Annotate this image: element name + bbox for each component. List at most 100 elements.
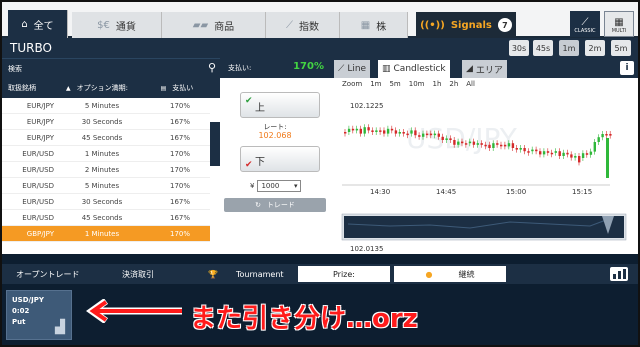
candle bbox=[422, 133, 425, 137]
candle bbox=[406, 133, 409, 136]
candle bbox=[609, 134, 612, 136]
view-classic-button[interactable]: ⟋ CLASSIC bbox=[570, 11, 600, 37]
header-expiry[interactable]: オプション満期: bbox=[77, 83, 157, 93]
asset-expiry: 5 Minutes bbox=[84, 101, 120, 110]
tab-commodity-label: 商品 bbox=[214, 21, 235, 33]
asset-name: GBP/JPY bbox=[26, 229, 54, 238]
asset-row[interactable]: EUR/USD 30 Seconds 167% bbox=[2, 194, 210, 210]
tab-index[interactable]: ⟋ 指数 bbox=[266, 12, 340, 38]
candle bbox=[578, 156, 581, 163]
tab-area[interactable]: ◢ エリア bbox=[462, 60, 507, 78]
view-multi-button[interactable]: ▦ MULTI bbox=[604, 11, 634, 37]
expiry-30s-button[interactable]: 30s bbox=[509, 40, 529, 56]
candle bbox=[484, 144, 487, 147]
candle bbox=[379, 130, 382, 132]
info-icon[interactable]: i bbox=[620, 61, 634, 75]
chart-tabs: ⟋ Line ▥ Candlestick ◢ エリア i bbox=[330, 58, 638, 78]
trophy-icon: 🏆 bbox=[208, 269, 218, 279]
candle bbox=[359, 128, 362, 134]
search-label: 検索 bbox=[8, 65, 22, 73]
zoom-10m[interactable]: 10m bbox=[409, 80, 425, 88]
candle bbox=[570, 154, 573, 158]
candle bbox=[562, 152, 565, 156]
candle bbox=[488, 144, 491, 148]
zoom-1h[interactable]: 1h bbox=[432, 80, 441, 88]
asset-name: EUR/USD bbox=[22, 197, 54, 206]
candle bbox=[445, 138, 448, 140]
tab-closed-trades[interactable]: 決済取引 bbox=[122, 264, 154, 284]
asset-row[interactable]: EUR/USD 45 Seconds 167% bbox=[2, 210, 210, 226]
trade-button[interactable]: ↻ トレード bbox=[224, 198, 326, 212]
asset-payout: 170% bbox=[169, 165, 190, 174]
candle bbox=[593, 142, 596, 152]
header-asset[interactable]: 取扱銘柄 bbox=[8, 83, 68, 93]
open-position-card[interactable]: USD/JPY 0:02 Put ▟ bbox=[6, 290, 72, 340]
asset-row[interactable]: EUR/JPY 45 Seconds 167% bbox=[2, 130, 210, 146]
candlestick-chart[interactable]: USD/JPY 102.1225 14:30 14:45 15:00 15:15… bbox=[330, 88, 638, 254]
stock-icon: ▦ bbox=[360, 19, 371, 31]
asset-row[interactable]: EUR/USD 2 Minutes 170% bbox=[2, 162, 210, 178]
header-payout[interactable]: 支払い bbox=[172, 83, 216, 93]
expiry-45s-button[interactable]: 45s bbox=[533, 40, 553, 56]
asset-row[interactable]: EUR/JPY 30 Seconds 167% bbox=[2, 114, 210, 130]
continue-button[interactable]: ● 継続 bbox=[394, 266, 506, 282]
left-arrow-icon bbox=[86, 299, 182, 323]
asset-list-scrollbar[interactable] bbox=[210, 98, 220, 254]
candle bbox=[519, 148, 522, 150]
candle bbox=[449, 138, 452, 140]
tab-commodity[interactable]: ▰▰ 商品 bbox=[162, 12, 266, 38]
zoom-all[interactable]: All bbox=[466, 80, 475, 88]
asset-name: EUR/JPY bbox=[26, 133, 54, 142]
tab-open-trades[interactable]: オープントレード bbox=[16, 264, 80, 284]
search-icon[interactable]: ⚲ bbox=[208, 61, 216, 74]
asset-expiry: 45 Seconds bbox=[81, 213, 123, 222]
candle bbox=[500, 144, 503, 147]
amount-selector: ¥ 1000 ▾ bbox=[250, 180, 330, 192]
call-button[interactable]: ✔ 上 bbox=[240, 92, 320, 118]
signals-count-badge: 7 bbox=[497, 18, 512, 32]
candle bbox=[390, 128, 394, 131]
chart-index-icon: ⟋ bbox=[286, 19, 293, 31]
payout-header: 支払い: 170% bbox=[220, 58, 330, 78]
tab-all-label: 全て bbox=[33, 20, 54, 32]
asset-row[interactable]: EUR/JPY 5 Minutes 170% bbox=[2, 98, 210, 114]
time-label: 15:00 bbox=[506, 188, 526, 196]
asset-name: EUR/JPY bbox=[26, 101, 54, 110]
mode-title: TURBO bbox=[10, 41, 52, 55]
navigator-window[interactable] bbox=[344, 216, 624, 238]
signals-button[interactable]: ((•)) Signals 7 bbox=[416, 12, 516, 38]
expiry-2m-button[interactable]: 2m bbox=[585, 40, 605, 56]
zoom-1m[interactable]: 1m bbox=[370, 80, 381, 88]
tab-line[interactable]: ⟋ Line bbox=[334, 60, 371, 78]
asset-search[interactable]: 検索 ⚲ bbox=[2, 58, 220, 78]
tab-currency[interactable]: $€ 通貨 bbox=[72, 12, 162, 38]
tab-all[interactable]: ⌂ 全て bbox=[8, 10, 68, 38]
payout-value: 170% bbox=[293, 61, 324, 72]
tab-stock[interactable]: ▦ 株 bbox=[340, 12, 408, 38]
candle bbox=[581, 153, 585, 158]
candle bbox=[585, 153, 589, 155]
candle bbox=[344, 132, 347, 134]
candle bbox=[425, 133, 429, 136]
bar-chart-icon[interactable] bbox=[610, 267, 628, 281]
scrollbar-thumb[interactable] bbox=[210, 122, 220, 166]
expiry-5m-button[interactable]: 5m bbox=[611, 40, 631, 56]
candle bbox=[464, 143, 468, 145]
asset-name: EUR/JPY bbox=[26, 117, 54, 126]
zoom-2h[interactable]: 2h bbox=[449, 80, 458, 88]
sort-icon[interactable]: ▲ bbox=[66, 85, 71, 92]
tab-candlestick[interactable]: ▥ Candlestick bbox=[378, 60, 450, 78]
sort-expiry-icon[interactable]: ▤ bbox=[161, 85, 167, 92]
expiry-1m-button[interactable]: 1m bbox=[559, 40, 579, 56]
candle bbox=[601, 134, 604, 138]
amount-select[interactable]: 1000 ▾ bbox=[257, 180, 302, 192]
zoom-5m[interactable]: 5m bbox=[389, 80, 400, 88]
put-button[interactable]: 下 ✔ bbox=[240, 146, 320, 172]
asset-row-selected[interactable]: GBP/JPY 1 Minutes 170% bbox=[2, 226, 210, 242]
currency-icon: $€ bbox=[97, 19, 110, 31]
asset-row[interactable]: EUR/USD 1 Minutes 170% bbox=[2, 146, 210, 162]
price-bottom-label: 102.0135 bbox=[350, 245, 383, 253]
asset-row[interactable]: EUR/USD 5 Minutes 170% bbox=[2, 178, 210, 194]
tab-candlestick-label: Candlestick bbox=[393, 64, 446, 74]
tab-line-label: Line bbox=[347, 64, 367, 74]
